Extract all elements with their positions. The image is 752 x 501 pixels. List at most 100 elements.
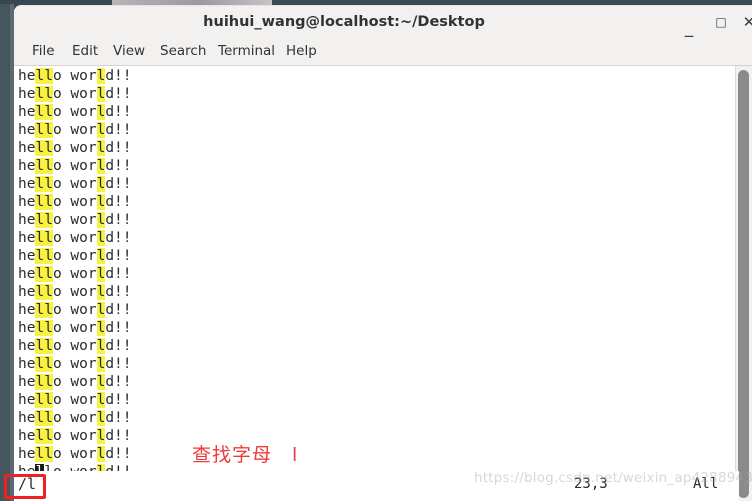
line-suffix: d!! (105, 302, 132, 318)
menu-item-edit[interactable]: Edit (72, 38, 98, 65)
line-suffix: d!! (105, 410, 132, 426)
line-prefix: he (18, 212, 36, 228)
search-match-highlight: ll (35, 212, 53, 228)
scrollbar-thumb[interactable] (738, 70, 749, 498)
title-bar[interactable]: huihui_wang@localhost:~/Desktop _ □ ✕ (14, 5, 752, 38)
block-cursor: l (35, 464, 45, 471)
line-prefix: he (18, 428, 36, 444)
line-prefix: he (18, 374, 36, 390)
line-prefix: he (18, 248, 36, 264)
line-middle: o wor (52, 230, 97, 246)
annotation-highlight-box (4, 474, 46, 499)
terminal-line: hello world!! (18, 463, 132, 471)
line-prefix: he (18, 230, 36, 246)
menu-item-file[interactable]: File (32, 38, 55, 65)
search-match-highlight: ll (35, 194, 53, 210)
line-middle: o wor (52, 122, 97, 138)
search-match-highlight: ll (35, 302, 53, 318)
line-prefix: he (18, 86, 36, 102)
maximize-button[interactable]: □ (706, 6, 736, 39)
line-middle: o wor (52, 68, 97, 84)
terminal-line: hello world!! (18, 139, 132, 157)
line-prefix: he (18, 320, 36, 336)
line-middle: o wor (52, 428, 97, 444)
line-middle: o wor (52, 212, 97, 228)
terminal-line: hello world!! (18, 157, 132, 175)
line-prefix: he (18, 122, 36, 138)
terminal-line: hello world!! (18, 355, 132, 373)
terminal-line: hello world!! (18, 373, 132, 391)
line-prefix: he (18, 158, 36, 174)
terminal-line: hello world!! (18, 427, 132, 445)
line-prefix: he (18, 464, 35, 471)
line-middle: o wor (52, 320, 97, 336)
search-match-highlight: ll (35, 392, 53, 408)
search-match-highlight: ll (35, 266, 53, 282)
minimize-button[interactable]: _ (674, 6, 704, 39)
line-middle: o wor (52, 356, 97, 372)
line-prefix: he (18, 176, 36, 192)
terminal-line: hello world!! (18, 175, 132, 193)
line-prefix: he (18, 140, 36, 156)
line-prefix: he (18, 194, 36, 210)
search-match-highlight: ll (35, 446, 53, 462)
terminal-line: hello world!! (18, 67, 132, 85)
line-middle: o wor (52, 338, 97, 354)
window-title: huihui_wang@localhost:~/Desktop (203, 14, 485, 30)
line-middle: o wor (52, 410, 97, 426)
menu-item-help[interactable]: Help (286, 38, 317, 65)
close-button[interactable]: ✕ (736, 6, 752, 39)
terminal-line: hello world!! (18, 409, 132, 427)
annotation-note: 查找字母 l (192, 444, 299, 466)
line-suffix: d!! (105, 194, 132, 210)
terminal-line: hello world!! (18, 247, 132, 265)
terminal-line: hello world!! (18, 319, 132, 337)
line-suffix: d!! (105, 68, 132, 84)
line-suffix: d!! (105, 158, 132, 174)
menu-bar: File Edit View Search Terminal Help (14, 38, 752, 66)
search-match-highlight: ll (35, 374, 53, 390)
line-suffix: d!! (105, 392, 132, 408)
search-match-highlight: ll (35, 356, 53, 372)
search-match-highlight: ll (35, 248, 53, 264)
line-suffix: d!! (105, 122, 132, 138)
terminal-line: hello world!! (18, 193, 132, 211)
search-match-highlight: ll (35, 230, 53, 246)
line-suffix: d!! (105, 212, 132, 228)
line-middle: o wor (53, 464, 97, 471)
terminal-line: hello world!! (18, 229, 132, 247)
line-prefix: he (18, 356, 36, 372)
menu-item-terminal[interactable]: Terminal (218, 38, 275, 65)
terminal-output[interactable]: hello world!! hello world!! hello world!! h… (14, 66, 739, 471)
line-suffix: d!! (105, 464, 131, 471)
search-match-highlight: ll (35, 338, 53, 354)
line-suffix: d!! (105, 266, 132, 282)
line-middle: o wor (52, 302, 97, 318)
terminal-line: hello world!! (18, 121, 132, 139)
line-suffix: d!! (105, 140, 132, 156)
line-prefix: he (18, 284, 36, 300)
line-suffix: d!! (105, 176, 132, 192)
line-middle: o wor (52, 194, 97, 210)
line-middle: o wor (52, 140, 97, 156)
terminal-line: hello world!! (18, 337, 132, 355)
search-match-highlight: ll (35, 104, 53, 120)
watermark-text: https://blog.csdn.net/weixin_ap42889431 (474, 470, 752, 486)
terminal-line: hello world!! (18, 85, 132, 103)
search-match-highlight: ll (35, 320, 53, 336)
line-prefix: he (18, 266, 36, 282)
line-middle: o wor (52, 158, 97, 174)
menu-item-search[interactable]: Search (160, 38, 206, 65)
line-suffix: d!! (105, 446, 132, 462)
terminal-line: hello world!! (18, 211, 132, 229)
line-suffix: d!! (105, 320, 132, 336)
line-suffix: d!! (105, 284, 132, 300)
line-match-rest: l (44, 464, 53, 471)
search-match-highlight: ll (35, 410, 53, 426)
menu-item-view[interactable]: View (113, 38, 145, 65)
line-middle: o wor (52, 176, 97, 192)
terminal-line: hello world!! (18, 283, 132, 301)
search-match-highlight: ll (35, 122, 53, 138)
line-middle: o wor (52, 104, 97, 120)
terminal-line: hello world!! (18, 391, 132, 409)
